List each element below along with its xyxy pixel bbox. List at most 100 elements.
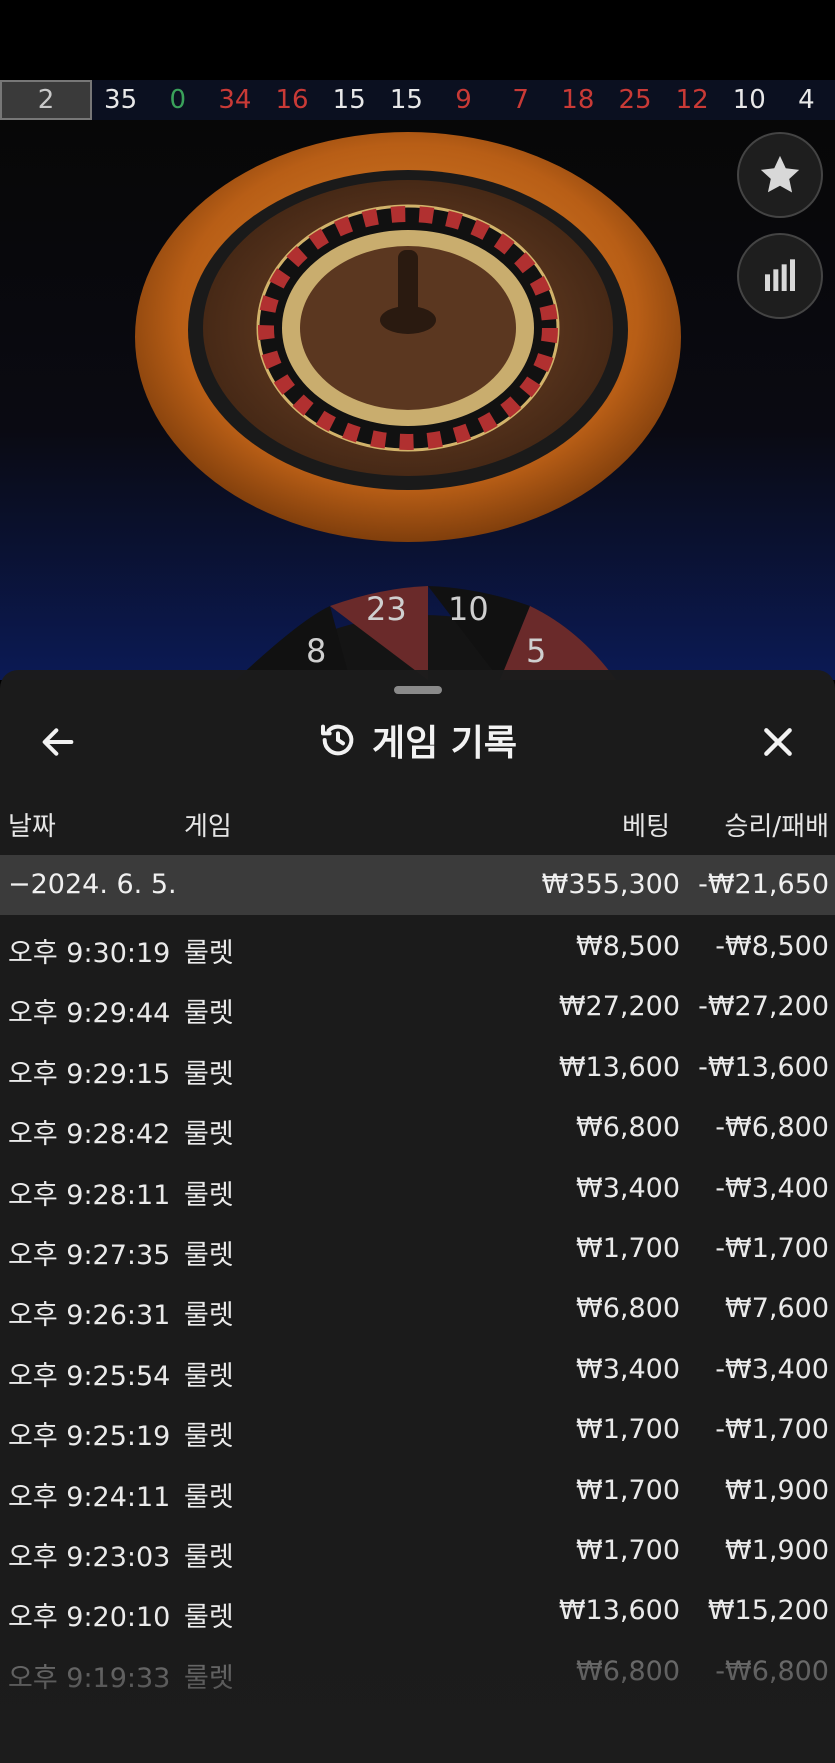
history-row[interactable]: 오후 9:28:11 룰렛 ₩3,400 -₩3,400 (0, 1157, 835, 1217)
history-row[interactable]: 오후 9:25:19 룰렛 ₩1,700 -₩1,700 (0, 1398, 835, 1458)
date-group-row[interactable]: −2024. 6. 5. ₩355,300 -₩21,650 (0, 855, 835, 915)
history-game: 룰렛 (184, 1179, 234, 1211)
history-game: 룰렛 (184, 1239, 234, 1271)
racetrack-number: 5 (526, 632, 547, 670)
history-time: 오후 9:20:10 (8, 1602, 171, 1634)
result-number: 18 (561, 85, 595, 115)
statistics-button[interactable] (737, 233, 823, 319)
racetrack-arc (236, 586, 616, 680)
history-result: -₩3,400 (715, 1353, 829, 1385)
date-group-result-total: -₩21,650 (698, 869, 829, 900)
star-icon (760, 155, 800, 193)
history-bet: ₩1,700 (576, 1414, 680, 1446)
history-result: -₩6,800 (715, 1112, 829, 1144)
history-game: 룰렛 (184, 1541, 234, 1573)
history-row[interactable]: 오후 9:26:31 룰렛 ₩6,800 ₩7,600 (0, 1277, 835, 1337)
history-row[interactable]: 오후 9:27:35 룰렛 ₩1,700 -₩1,700 (0, 1217, 835, 1277)
history-time: 오후 9:26:31 (8, 1300, 171, 1332)
result-number: 25 (618, 85, 652, 115)
history-result: -₩13,600 (698, 1051, 829, 1083)
history-row[interactable]: 오후 9:30:19 룰렛 ₩8,500 -₩8,500 (0, 915, 835, 975)
column-header-bet: 베팅 (622, 812, 670, 842)
history-result: -₩3,400 (715, 1172, 829, 1204)
history-result: ₩7,600 (725, 1293, 829, 1325)
history-game: 룰렛 (184, 938, 234, 969)
racetrack-number: 10 (448, 590, 489, 628)
column-header-game: 게임 (184, 812, 232, 842)
result-number: 16 (275, 85, 309, 115)
history-row[interactable]: 오후 9:28:42 룰렛 ₩6,800 -₩6,800 (0, 1096, 835, 1156)
history-game: 룰렛 (184, 1662, 234, 1694)
history-bet: ₩1,700 (576, 1474, 680, 1506)
close-icon (764, 728, 792, 756)
result-number: 35 (104, 85, 138, 115)
bar-chart-icon (765, 259, 795, 291)
result-number: 7 (512, 85, 529, 115)
date-group-label: −2024. 6. 5. (8, 869, 177, 900)
racetrack-number: 8 (306, 632, 327, 670)
history-game: 룰렛 (184, 1058, 234, 1090)
history-game: 룰렛 (184, 1602, 234, 1634)
latest-result-number: 2 (0, 80, 92, 120)
history-result: -₩27,200 (698, 991, 829, 1023)
history-row[interactable]: 오후 9:29:15 룰렛 ₩13,600 -₩13,600 (0, 1036, 835, 1096)
history-result: -₩8,500 (715, 931, 829, 962)
sheet-header: 게임 기록 (0, 700, 835, 780)
result-number: 0 (169, 85, 186, 115)
history-time: 오후 9:28:11 (8, 1179, 171, 1211)
history-time: 오후 9:29:15 (8, 1058, 171, 1090)
column-headers: 날짜 게임 베팅 승리/패배 (0, 790, 835, 850)
history-time: 오후 9:30:19 (8, 938, 171, 969)
history-list: 오후 9:30:19 룰렛 ₩8,500 -₩8,500 오후 9:29:44 룰렛 ₩27… (0, 915, 835, 1700)
history-result: -₩6,800 (715, 1655, 829, 1687)
history-row[interactable]: 오후 9:29:44 룰렛 ₩27,200 -₩27,200 (0, 975, 835, 1035)
history-time: 오후 9:25:54 (8, 1360, 171, 1392)
history-bet: ₩8,500 (576, 931, 680, 962)
history-row[interactable]: 오후 9:20:10 룰렛 ₩13,600 ₩15,200 (0, 1579, 835, 1639)
history-time: 오후 9:28:42 (8, 1119, 171, 1151)
title-group: 게임 기록 (0, 700, 835, 780)
history-bet: ₩1,700 (576, 1534, 680, 1566)
column-header-date: 날짜 (8, 812, 56, 842)
history-time: 오후 9:29:44 (8, 998, 171, 1030)
history-result: -₩1,700 (715, 1414, 829, 1446)
status-bar (0, 0, 835, 80)
history-time: 오후 9:19:33 (8, 1662, 171, 1694)
favorite-button[interactable] (737, 132, 823, 218)
result-number: 15 (389, 85, 423, 115)
date-group-bet-total: ₩355,300 (541, 869, 680, 900)
history-bet: ₩13,600 (558, 1051, 680, 1083)
history-game: 룰렛 (184, 1360, 234, 1392)
history-result: ₩1,900 (725, 1474, 829, 1506)
history-bet: ₩6,800 (576, 1655, 680, 1687)
result-number: 4 (798, 85, 815, 115)
result-number: 12 (675, 85, 709, 115)
history-game: 룰렛 (184, 1300, 234, 1332)
history-result: ₩15,200 (707, 1595, 829, 1627)
history-bet: ₩6,800 (576, 1112, 680, 1144)
drag-handle[interactable] (394, 686, 442, 694)
history-game: 룰렛 (184, 1119, 234, 1151)
game-history-sheet: 게임 기록 날짜 게임 베팅 승리/패배 −2024. 6. 5. ₩355,3… (0, 670, 835, 1763)
history-bet: ₩3,400 (576, 1353, 680, 1385)
close-button[interactable] (750, 714, 806, 770)
history-row[interactable]: 오후 9:24:11 룰렛 ₩1,700 ₩1,900 (0, 1459, 835, 1519)
history-game: 룰렛 (184, 1421, 234, 1453)
history-time: 오후 9:24:11 (8, 1481, 171, 1513)
result-number: 10 (732, 85, 766, 115)
history-time: 오후 9:23:03 (8, 1541, 171, 1573)
result-number: 15 (332, 85, 366, 115)
history-row[interactable]: 오후 9:23:03 룰렛 ₩1,700 ₩1,900 (0, 1519, 835, 1579)
column-header-result: 승리/패배 (724, 812, 829, 842)
history-row[interactable]: 오후 9:19:33 룰렛 ₩6,800 -₩6,800 (0, 1640, 835, 1700)
racetrack-peek: 8 23 10 5 (0, 580, 835, 680)
recent-results-strip: 2 35 0 34 16 15 15 9 7 18 25 12 10 4 (0, 80, 835, 120)
history-result: -₩1,700 (715, 1232, 829, 1264)
history-bet: ₩6,800 (576, 1293, 680, 1325)
history-bet: ₩1,700 (576, 1232, 680, 1264)
racetrack-number: 23 (366, 590, 407, 628)
history-row[interactable]: 오후 9:25:54 룰렛 ₩3,400 -₩3,400 (0, 1338, 835, 1398)
result-number: 34 (218, 85, 252, 115)
result-number: 9 (455, 85, 472, 115)
history-icon (320, 724, 354, 756)
